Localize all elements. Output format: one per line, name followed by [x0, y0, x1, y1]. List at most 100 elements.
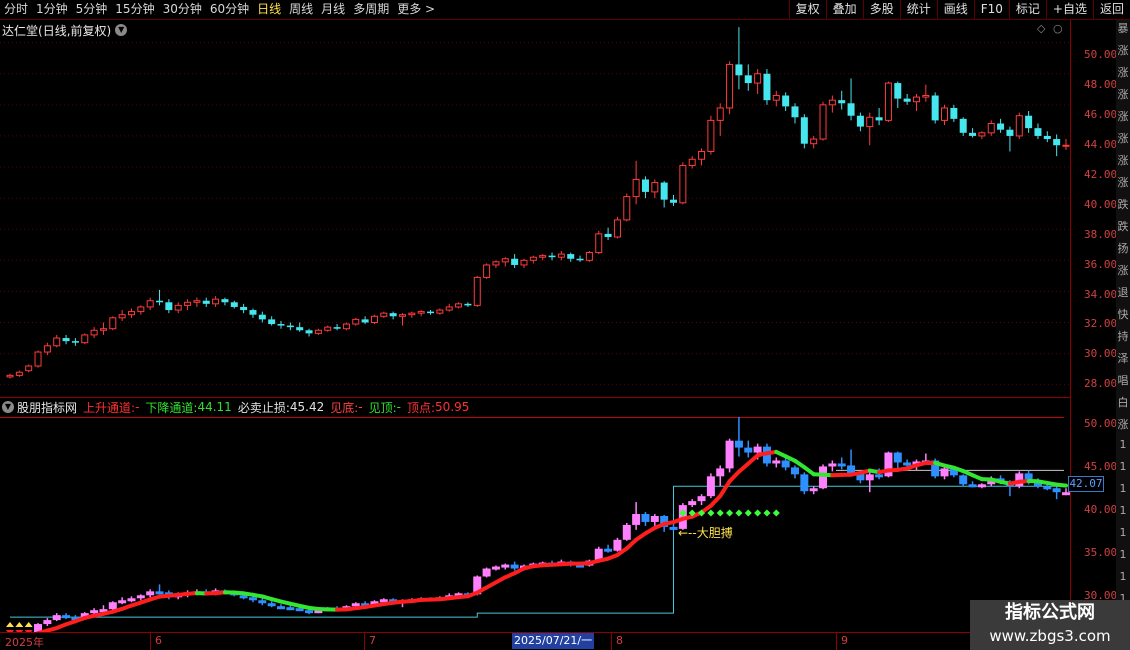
side-signal-char: 跌 — [1117, 220, 1129, 233]
candle-body — [1025, 115, 1033, 129]
multi-stock-button[interactable]: 多股 — [862, 0, 900, 20]
side-signal-char: 持 — [1117, 330, 1129, 343]
candle-body — [772, 95, 780, 101]
axis-tick: 40.00 — [1084, 198, 1118, 211]
indicator-chart[interactable]: ←--大胆搏 ▼ 股朋指标网 上升通道: - 下降通道: 44.11 必卖止损:… — [0, 398, 1071, 632]
candle — [137, 305, 145, 315]
candle — [221, 297, 229, 306]
candle — [810, 135, 818, 149]
tab-5min[interactable]: 5分钟 — [72, 0, 112, 20]
chevron-down-icon[interactable]: ▼ — [115, 24, 128, 36]
tab-30min[interactable]: 30分钟 — [159, 0, 206, 20]
date-separator — [611, 633, 612, 650]
indicator-body — [772, 460, 781, 464]
candle-body — [1053, 139, 1061, 146]
indicator-body — [248, 597, 257, 601]
candle — [380, 311, 388, 318]
draw-line-button[interactable]: 画线 — [936, 0, 974, 20]
candle — [258, 311, 266, 323]
indicator-candle — [510, 561, 519, 571]
candle-body — [520, 259, 528, 266]
signal-dot — [716, 509, 724, 517]
candle-body — [969, 132, 977, 136]
back-button[interactable]: 返回 — [1092, 0, 1130, 20]
candle — [342, 322, 350, 331]
tab-weekly[interactable]: 周线 — [285, 0, 317, 20]
circle-icon[interactable]: ○ — [1053, 22, 1063, 35]
candle — [800, 114, 808, 149]
tab-monthly[interactable]: 月线 — [317, 0, 349, 20]
indicator-body — [501, 564, 510, 568]
candle — [931, 92, 939, 124]
candle-body — [763, 73, 771, 101]
candle — [483, 263, 491, 279]
main-candlestick-chart[interactable]: 达仁堂 (日线,前复权) ▼ — [0, 20, 1071, 398]
tab-15min[interactable]: 15分钟 — [111, 0, 158, 20]
add-watchlist-button[interactable]: +自选 — [1045, 0, 1093, 20]
overlay-button[interactable]: 叠加 — [825, 0, 863, 20]
candle — [884, 81, 892, 122]
tab-more-label: 更多 — [397, 2, 422, 16]
tab-60min[interactable]: 60分钟 — [206, 0, 253, 20]
candle-body — [436, 309, 444, 314]
restore-rights-button[interactable]: 复权 — [788, 0, 826, 20]
candle-body — [99, 328, 107, 331]
side-signal-char: 扬 — [1117, 242, 1129, 255]
indicator-candle — [632, 502, 641, 530]
bottom-label: 见底: — [330, 400, 359, 415]
candle-body — [427, 311, 435, 314]
side-signal-char: 涨 — [1117, 176, 1129, 189]
side-signal-char: 1 — [1119, 570, 1127, 583]
indicator-body — [1052, 488, 1061, 493]
candle — [511, 254, 519, 269]
candle-body — [464, 303, 472, 306]
candle-body — [501, 258, 509, 263]
candle — [585, 250, 593, 262]
tab-more[interactable]: 更多 > — [393, 0, 439, 20]
tab-multi-period[interactable]: 多周期 — [349, 0, 393, 20]
candle — [698, 148, 706, 166]
candle-body — [137, 306, 145, 313]
indicator-body — [351, 603, 360, 607]
candle-body — [950, 107, 958, 119]
f10-button[interactable]: F10 — [973, 0, 1009, 20]
main-chart-title: 达仁堂 (日线,前复权) ▼ — [2, 22, 128, 38]
tab-fenshi[interactable]: 分时 — [0, 0, 32, 20]
side-signal-char: 涨 — [1117, 44, 1129, 57]
indicator-candle — [613, 537, 622, 552]
candle — [501, 257, 509, 267]
candle — [455, 302, 463, 309]
tab-1min[interactable]: 1分钟 — [32, 0, 72, 20]
indicator-candle — [688, 499, 697, 508]
candle-body — [838, 100, 846, 104]
candle — [641, 176, 649, 199]
candle-body — [174, 304, 182, 311]
indicator-body — [781, 460, 790, 468]
diamond-icon[interactable]: ◇ — [1037, 22, 1045, 35]
side-signal-char: 涨 — [1117, 110, 1129, 123]
candle — [15, 370, 23, 377]
tab-daily[interactable]: 日线 — [253, 0, 285, 20]
statistics-button[interactable]: 统计 — [899, 0, 937, 20]
side-signal-char: 1 — [1119, 548, 1127, 561]
candle-body — [641, 179, 649, 192]
candle-body — [941, 107, 949, 121]
indicator-body — [716, 468, 725, 477]
candle — [71, 338, 79, 346]
period-tabs: 分时 1分钟 5分钟 15分钟 30分钟 60分钟 日线 周线 月线 多周期 更… — [0, 0, 439, 20]
date-label: 8 — [616, 634, 623, 647]
top-value: - — [396, 400, 401, 414]
axis-tick: 36.00 — [1084, 258, 1118, 271]
candle-body — [754, 73, 762, 84]
indicator-body — [482, 568, 491, 577]
candle-body — [146, 300, 154, 308]
candle-body — [782, 95, 790, 107]
indicator-body — [650, 516, 659, 522]
candle — [595, 230, 603, 255]
indicator-body — [127, 598, 136, 602]
indicator-candle — [716, 465, 725, 487]
mark-button[interactable]: 标记 — [1008, 0, 1046, 20]
candle-body — [118, 314, 126, 319]
side-signal-char: 涨 — [1117, 154, 1129, 167]
chevron-down-icon[interactable]: ▼ — [2, 401, 14, 413]
